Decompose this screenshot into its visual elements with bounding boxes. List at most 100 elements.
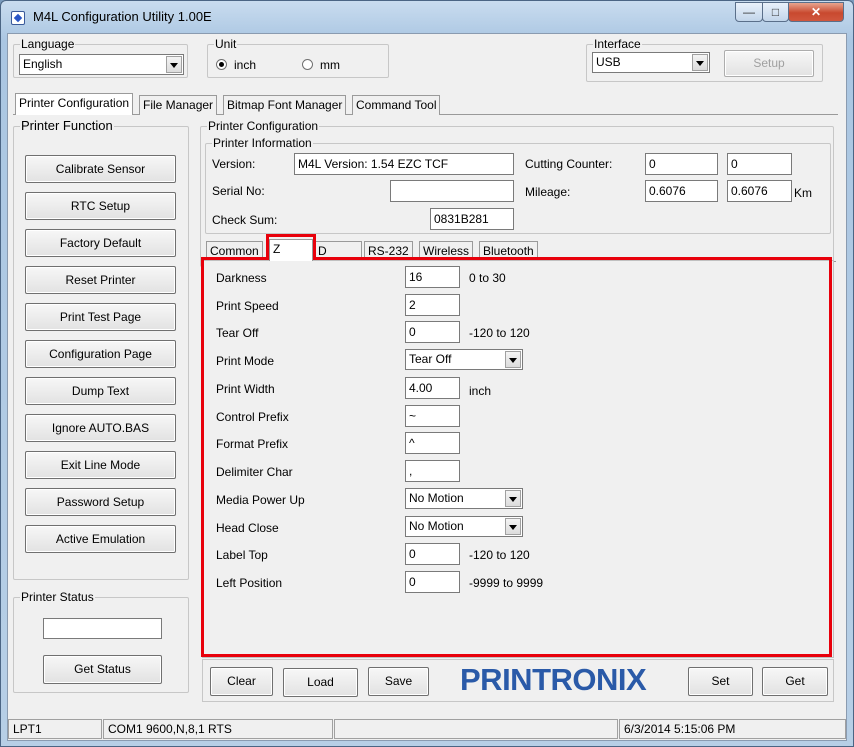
left-position-range: -9999 to 9999: [469, 576, 544, 590]
mileage-field-1: 0.6076: [645, 180, 718, 202]
app-window: M4L Configuration Utility 1.00E — □ ✕ La…: [0, 0, 854, 747]
printer-status-field: [43, 618, 162, 639]
media-power-up-value: No Motion: [409, 491, 464, 505]
delimiter-char-label: Delimiter Char: [216, 465, 293, 479]
mileage-field-2: 0.6076: [727, 180, 792, 202]
tear-off-input[interactable]: 0: [405, 321, 460, 343]
cutting-counter-label: Cutting Counter:: [525, 157, 613, 171]
darkness-input[interactable]: 16: [405, 266, 460, 288]
unit-inch-label[interactable]: inch: [234, 58, 256, 72]
rtc-setup-button[interactable]: RTC Setup: [25, 192, 176, 220]
interface-label: Interface: [593, 37, 642, 51]
print-mode-select[interactable]: Tear Off: [405, 349, 523, 370]
minimize-button[interactable]: —: [735, 2, 763, 22]
maximize-button[interactable]: □: [762, 2, 789, 22]
z-settings-highlight: [201, 257, 832, 657]
dump-text-button[interactable]: Dump Text: [25, 377, 176, 405]
language-label: Language: [20, 37, 76, 51]
unit-label: Unit: [214, 37, 238, 51]
load-button[interactable]: Load: [283, 668, 358, 697]
printer-status-title: Printer Status: [20, 590, 95, 604]
language-select[interactable]: English: [19, 54, 184, 75]
darkness-range: 0 to 30: [469, 271, 506, 285]
version-label: Version:: [212, 157, 256, 171]
client-area: Language English Unit inch mm Interface …: [7, 33, 847, 741]
ignore-auto-bas-button[interactable]: Ignore AUTO.BAS: [25, 414, 176, 442]
format-prefix-input[interactable]: ^: [405, 432, 460, 454]
media-power-up-select[interactable]: No Motion: [405, 488, 523, 509]
tab-file-manager[interactable]: File Manager: [139, 95, 218, 115]
control-prefix-label: Control Prefix: [216, 410, 289, 424]
setup-button[interactable]: Setup: [724, 50, 814, 77]
cutting-counter-field-1: 0: [645, 153, 718, 175]
tab-command-tool[interactable]: Command Tool: [352, 95, 441, 115]
get-status-button[interactable]: Get Status: [43, 655, 162, 684]
password-setup-button[interactable]: Password Setup: [25, 488, 176, 516]
head-close-label: Head Close: [216, 521, 279, 535]
delimiter-char-input[interactable]: ,: [405, 460, 460, 482]
title-bar[interactable]: M4L Configuration Utility 1.00E — □ ✕: [1, 1, 853, 33]
print-width-input[interactable]: 4.00: [405, 377, 460, 399]
interface-select[interactable]: USB: [592, 52, 710, 73]
unit-inch-radio[interactable]: [216, 59, 227, 70]
tear-off-range: -120 to 120: [469, 326, 530, 340]
print-mode-value: Tear Off: [409, 352, 452, 366]
serial-label: Serial No:: [212, 184, 265, 198]
status-empty: [334, 719, 618, 739]
interface-value: USB: [596, 55, 621, 69]
get-button[interactable]: Get: [762, 667, 828, 696]
language-value: English: [23, 57, 63, 71]
chevron-down-icon[interactable]: [505, 351, 521, 368]
label-top-input[interactable]: 0: [405, 543, 460, 565]
chevron-down-icon[interactable]: [166, 56, 182, 73]
status-port: LPT1: [8, 719, 102, 739]
print-width-label: Print Width: [216, 382, 275, 396]
printronix-logo: PRINTRONIX: [460, 662, 647, 697]
unit-mm-radio[interactable]: [302, 59, 313, 70]
tab-bitmap-font-manager[interactable]: Bitmap Font Manager: [223, 95, 347, 115]
unit-mm-label[interactable]: mm: [320, 58, 340, 72]
checksum-field: 0831B281: [430, 208, 514, 230]
exit-line-mode-button[interactable]: Exit Line Mode: [25, 451, 176, 479]
printer-information-title: Printer Information: [212, 136, 313, 150]
media-power-up-label: Media Power Up: [216, 493, 305, 507]
head-close-select[interactable]: No Motion: [405, 516, 523, 537]
close-button[interactable]: ✕: [788, 2, 844, 22]
print-speed-label: Print Speed: [216, 299, 279, 313]
mileage-unit: Km: [794, 186, 812, 200]
tab-z[interactable]: Z: [269, 239, 313, 261]
status-com: COM1 9600,N,8,1 RTS: [103, 719, 333, 739]
serial-field: [390, 180, 514, 202]
printer-function-title: Printer Function: [20, 118, 114, 133]
reset-printer-button[interactable]: Reset Printer: [25, 266, 176, 294]
tab-printer-configuration[interactable]: Printer Configuration: [15, 93, 134, 115]
tear-off-label: Tear Off: [216, 326, 259, 340]
darkness-label: Darkness: [216, 271, 267, 285]
left-position-input[interactable]: 0: [405, 571, 460, 593]
format-prefix-label: Format Prefix: [216, 437, 289, 451]
mileage-label: Mileage:: [525, 185, 571, 199]
checksum-label: Check Sum:: [212, 213, 278, 227]
version-field: M4L Version: 1.54 EZC TCF: [294, 153, 514, 175]
clear-button[interactable]: Clear: [210, 667, 273, 696]
app-icon: [11, 11, 25, 25]
print-mode-label: Print Mode: [216, 354, 275, 368]
control-prefix-input[interactable]: ~: [405, 405, 460, 427]
calibrate-sensor-button[interactable]: Calibrate Sensor: [25, 155, 176, 183]
set-button[interactable]: Set: [688, 667, 753, 696]
chevron-down-icon[interactable]: [505, 490, 521, 507]
active-emulation-button[interactable]: Active Emulation: [25, 525, 176, 553]
head-close-value: No Motion: [409, 519, 464, 533]
cutting-counter-field-2: 0: [727, 153, 792, 175]
label-top-range: -120 to 120: [469, 548, 530, 562]
window-title: M4L Configuration Utility 1.00E: [33, 9, 212, 24]
print-test-page-button[interactable]: Print Test Page: [25, 303, 176, 331]
print-speed-input[interactable]: 2: [405, 294, 460, 316]
chevron-down-icon[interactable]: [505, 518, 521, 535]
factory-default-button[interactable]: Factory Default: [25, 229, 176, 257]
save-button[interactable]: Save: [368, 667, 429, 696]
label-top-label: Label Top: [216, 548, 268, 562]
configuration-page-button[interactable]: Configuration Page: [25, 340, 176, 368]
print-width-unit: inch: [469, 384, 492, 398]
chevron-down-icon[interactable]: [692, 54, 708, 71]
